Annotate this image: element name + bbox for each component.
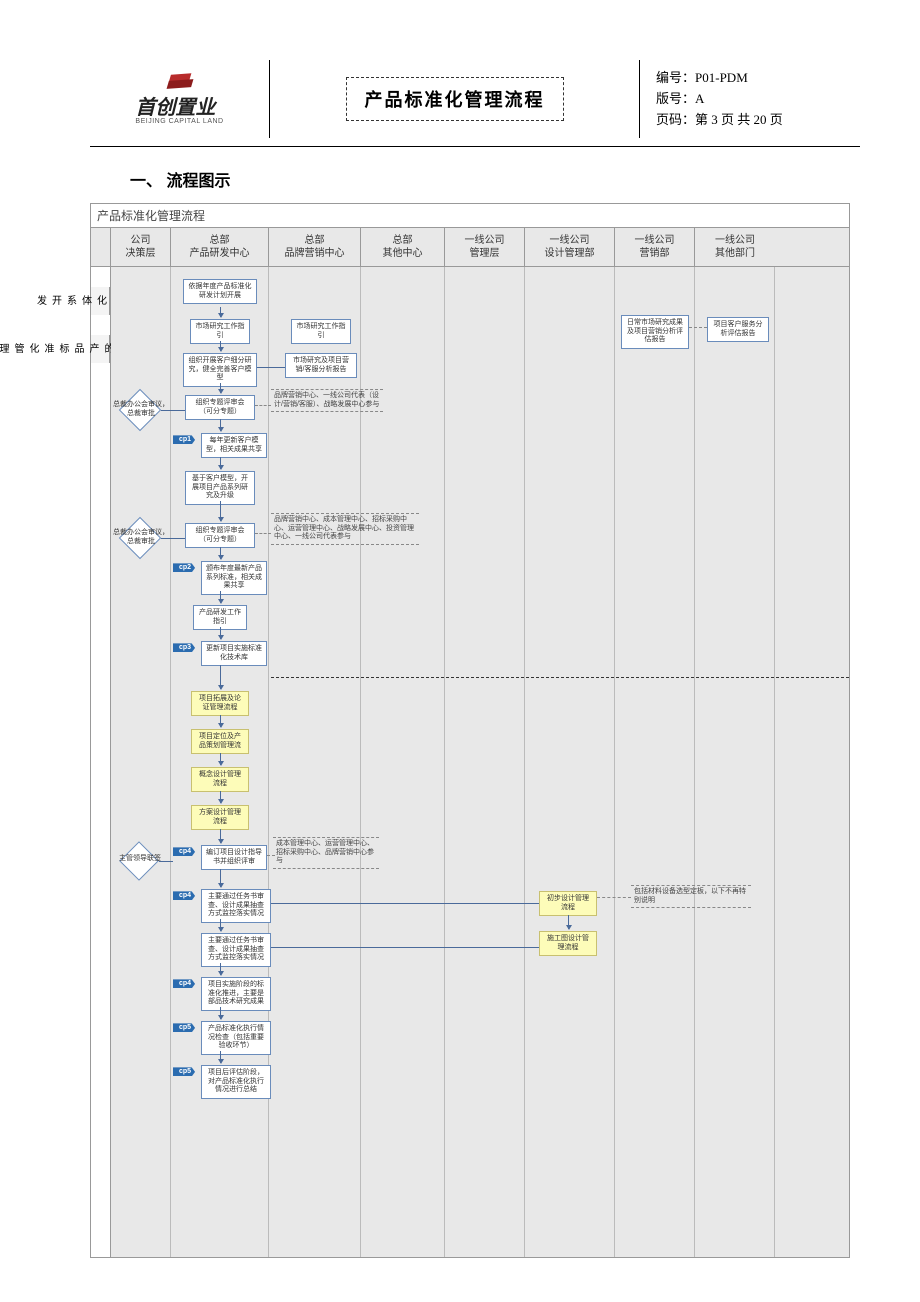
ref-process: 项目定位及产品策划管理流: [191, 729, 249, 754]
ref-process: 方案设计管理流程: [191, 805, 249, 830]
flow-body: 产品标准化体系开发 项目实施阶段的产品标准化管理 依据年度产品标准化研发计划开展: [91, 267, 849, 1257]
node: 项目客户服务分析评估报告: [707, 317, 769, 342]
decision-text: 总裁办公会审议，总裁审批: [111, 529, 171, 546]
node: 依据年度产品标准化研发计划开展: [183, 279, 257, 304]
node: 基于客户模型，开展项目产品系列研究及升级: [185, 471, 255, 504]
note: 品牌营销中心、一线公司代表（设计/营销/客服）、战略发展中心参与: [271, 389, 383, 412]
side-label-2: 项目实施阶段的产品标准化管理: [91, 335, 110, 363]
logo-block: 首创置业 BEIJING CAPITAL LAND: [90, 60, 270, 138]
node: 市场研究及项目营销/客服分析报告: [285, 353, 357, 378]
checkpoint: cp4: [173, 847, 195, 856]
logo-text-en: BEIJING CAPITAL LAND: [135, 118, 223, 125]
version-label: 版号：: [656, 91, 695, 106]
logo-text-cn: 首创置业: [135, 98, 223, 118]
node: 组织专题评审会（可分专题）: [185, 523, 255, 548]
section-heading: 一、 流程图示: [130, 167, 860, 191]
version-value: A: [695, 91, 704, 106]
ref-process: 概念设计管理流程: [191, 767, 249, 792]
node: 项目实施阶段的标准化推进，主要是部品技术研究成果: [201, 977, 271, 1010]
lane-header: 总部 产品研发中心: [171, 228, 269, 266]
flowchart: 产品标准化管理流程 公司 决策层 总部 产品研发中心 总部 品牌营销中心 总部 …: [90, 203, 850, 1258]
lane-header: 总部 品牌营销中心: [269, 228, 361, 266]
node: 每年更新客户模型，相关成果共享: [201, 433, 267, 458]
node: 市场研究工作指引: [291, 319, 351, 344]
note: 包括材料设备选型定板，以下不再特别说明: [631, 885, 751, 908]
ref-process: 施工图设计管理流程: [539, 931, 597, 956]
checkpoint: cp5: [173, 1023, 195, 1032]
lane-headers: 公司 决策层 总部 产品研发中心 总部 品牌营销中心 总部 其他中心 一线公司 …: [91, 227, 849, 267]
lane-header: 一线公司 营销部: [615, 228, 695, 266]
meta-block: 编号：P01-PDM 版号：A 页码：第 3 页 共 20 页: [640, 60, 860, 138]
node: 颁布年度最新产品系列标准，相关成果共享: [201, 561, 267, 594]
page: 首创置业 BEIJING CAPITAL LAND 产品标准化管理流程 编号：P…: [0, 0, 920, 1258]
lane-header: 一线公司 其他部门: [695, 228, 775, 266]
node: 日常市场研究成果及项目营销分析评估报告: [621, 315, 689, 348]
decision-text: 主管领导联签: [109, 855, 171, 863]
phase-separator: [271, 677, 849, 678]
note: 品牌营销中心、成本管理中心、招标采购中心、运营管理中心、战略发展中心、投资管理中…: [271, 513, 419, 544]
node: 项目后评估阶段，对产品标准化执行情况进行总结: [201, 1065, 271, 1098]
node: 更新项目实施标准化技术库: [201, 641, 267, 666]
checkpoint: cp2: [173, 563, 195, 572]
note: 成本管理中心、运营管理中心、招标采购中心、品牌营销中心参与: [273, 837, 379, 868]
code-label: 编号：: [656, 70, 695, 85]
logo-icon: [166, 74, 194, 92]
page-value: 第 3 页 共 20 页: [695, 112, 783, 127]
page-label: 页码：: [656, 112, 695, 127]
code-value: P01-PDM: [695, 70, 748, 85]
lane-header: 一线公司 设计管理部: [525, 228, 615, 266]
lane-header: 一线公司 管理层: [445, 228, 525, 266]
node: 组织开展客户细分研究，健全完善客户模型: [183, 353, 257, 386]
decision-text: 总裁办公会审议，总裁审批: [111, 401, 171, 418]
lane-header: 总部 其他中心: [361, 228, 445, 266]
checkpoint: cp3: [173, 643, 195, 652]
node: 主要通过任务书审查、设计成果抽查方式监控落实情况: [201, 889, 271, 922]
flow-title: 产品标准化管理流程: [91, 204, 849, 227]
node: 组织专题评审会（可分专题）: [185, 395, 255, 420]
checkpoint: cp4: [173, 891, 195, 900]
doc-header: 首创置业 BEIJING CAPITAL LAND 产品标准化管理流程 编号：P…: [90, 60, 860, 147]
node: 编订项目设计指导书并组织评审: [201, 845, 267, 870]
ref-process: 项目拓展及论证管理流程: [191, 691, 249, 716]
node: 产品标准化执行情况检查（包括重要验收环节）: [201, 1021, 271, 1054]
checkpoint: cp4: [173, 979, 195, 988]
checkpoint: cp5: [173, 1067, 195, 1076]
side-label-1: 产品标准化体系开发: [91, 287, 110, 315]
doc-title: 产品标准化管理流程: [346, 77, 564, 121]
checkpoint: cp1: [173, 435, 195, 444]
node: 主要通过任务书审查、设计成果抽查方式监控落实情况: [201, 933, 271, 966]
title-block: 产品标准化管理流程: [270, 60, 640, 138]
lane-header: 公司 决策层: [111, 228, 171, 266]
ref-process: 初步设计管理流程: [539, 891, 597, 916]
